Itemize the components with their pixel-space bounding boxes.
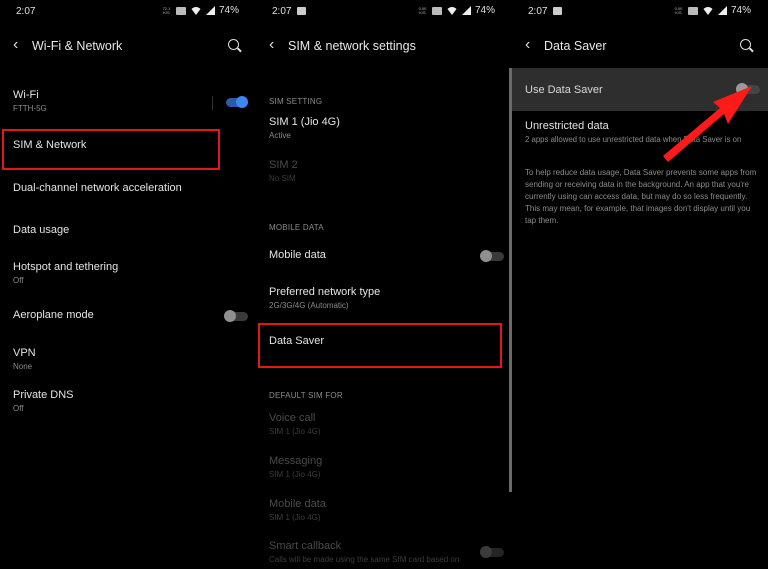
list-item-sim2: SIM 2 No SIM bbox=[256, 159, 512, 183]
aeroplane-toggle[interactable] bbox=[224, 310, 248, 322]
data-speed-icon: 0.00 K/S bbox=[674, 5, 683, 15]
page-title: Data Saver bbox=[544, 39, 607, 53]
item-subtitle: Active bbox=[269, 131, 291, 140]
gallery-icon bbox=[297, 7, 306, 15]
section-header: DEFAULT SIM FOR bbox=[269, 391, 343, 400]
item-label: Smart callback bbox=[269, 540, 342, 552]
volte-icon bbox=[175, 6, 186, 15]
item-subtitle: 2G/3G/4G (Automatic) bbox=[269, 301, 349, 310]
section-header: MOBILE DATA bbox=[269, 223, 324, 232]
item-label: SIM 1 (Jio 4G) bbox=[269, 116, 340, 128]
battery-level: 74% bbox=[730, 5, 751, 16]
list-item-aeroplane[interactable]: Aeroplane mode bbox=[0, 309, 256, 321]
item-label: Voice call bbox=[269, 412, 316, 424]
item-label: Data Saver bbox=[269, 335, 325, 347]
item-label: SIM & Network bbox=[13, 139, 87, 151]
data-saver-description: To help reduce data usage, Data Saver pr… bbox=[525, 168, 757, 225]
list-item-data-saver[interactable]: Data Saver bbox=[256, 335, 512, 347]
status-bar: 2:07 0.00 K/S 74% bbox=[512, 0, 768, 24]
item-subtitle: Off bbox=[13, 404, 24, 413]
item-subtitle: FTTH-5G bbox=[13, 104, 47, 113]
smart-callback-toggle bbox=[480, 546, 504, 558]
wifi-toggle[interactable] bbox=[224, 96, 248, 108]
gallery-icon bbox=[553, 7, 562, 15]
status-time: 2:07 bbox=[272, 6, 292, 17]
battery-level: 74% bbox=[474, 5, 495, 16]
list-item-smart-callback: Smart callback Calls will be made using … bbox=[256, 540, 512, 564]
app-bar: ‹ SIM & network settings bbox=[256, 30, 512, 64]
item-subtitle: SIM 1 (Jio 4G) bbox=[269, 427, 321, 436]
item-label: Use Data Saver bbox=[525, 84, 603, 96]
item-label: Aeroplane mode bbox=[13, 309, 94, 321]
divider bbox=[212, 96, 213, 110]
page-title: Wi-Fi & Network bbox=[32, 39, 123, 53]
list-item-dual-channel[interactable]: Dual-channel network acceleration bbox=[0, 182, 256, 194]
data-speed-icon: 0.00 K/S bbox=[418, 5, 427, 15]
list-item-hotspot[interactable]: Hotspot and tethering Off bbox=[0, 261, 256, 285]
app-bar: ‹ Wi-Fi & Network bbox=[0, 30, 256, 64]
item-subtitle: SIM 1 (Jio 4G) bbox=[269, 470, 321, 479]
app-bar: ‹ Data Saver bbox=[512, 30, 768, 64]
wifi-network-screen: 2:07 72.1 K/S 74% ‹ Wi-Fi & Network Wi-Fi… bbox=[0, 0, 256, 569]
search-icon[interactable] bbox=[740, 39, 754, 53]
item-subtitle: Off bbox=[13, 276, 24, 285]
list-item-data-usage[interactable]: Data usage bbox=[0, 224, 256, 236]
list-item-mobile-data-default: Mobile data SIM 1 (Jio 4G) bbox=[256, 498, 512, 522]
status-time: 2:07 bbox=[528, 6, 548, 17]
signal-icon bbox=[461, 6, 471, 15]
sim-network-settings-screen: 2:07 0.00 K/S 74% ‹ SIM & network setting… bbox=[256, 0, 512, 569]
item-label: Unrestricted data bbox=[525, 120, 609, 132]
item-label: Private DNS bbox=[13, 389, 74, 401]
item-subtitle: No SIM bbox=[269, 174, 296, 183]
item-label: SIM 2 bbox=[269, 159, 298, 171]
data-speed-icon: 72.1 K/S bbox=[162, 5, 171, 15]
list-item-unrestricted-data[interactable]: Unrestricted data 2 apps allowed to use … bbox=[512, 120, 768, 144]
item-label: Mobile data bbox=[269, 249, 326, 261]
list-item-vpn[interactable]: VPN None bbox=[0, 347, 256, 371]
volte-icon bbox=[687, 6, 698, 15]
battery-level: 74% bbox=[218, 5, 239, 16]
back-arrow-icon[interactable]: ‹ bbox=[13, 36, 18, 54]
item-label: Dual-channel network acceleration bbox=[13, 182, 182, 194]
use-data-saver-row[interactable]: Use Data Saver bbox=[512, 68, 768, 111]
list-item-preferred-network[interactable]: Preferred network type 2G/3G/4G (Automat… bbox=[256, 286, 512, 310]
item-subtitle: 2 apps allowed to use unrestricted data … bbox=[525, 135, 742, 144]
data-saver-screen: 2:07 0.00 K/S 74% ‹ Data Saver Use Data S… bbox=[512, 0, 768, 569]
list-item-mobile-data[interactable]: Mobile data bbox=[256, 249, 512, 261]
mobile-data-toggle[interactable] bbox=[480, 250, 504, 262]
list-item-wifi[interactable]: Wi-Fi FTTH-5G bbox=[0, 89, 256, 113]
item-label: Messaging bbox=[269, 455, 323, 467]
wifi-icon bbox=[189, 6, 202, 15]
item-subtitle: None bbox=[13, 362, 33, 371]
item-subtitle: SIM 1 (Jio 4G) bbox=[269, 513, 321, 522]
signal-icon bbox=[205, 6, 215, 15]
status-bar: 2:07 72.1 K/S 74% bbox=[0, 0, 256, 24]
volte-icon bbox=[431, 6, 442, 15]
status-bar: 2:07 0.00 K/S 74% bbox=[256, 0, 512, 24]
section-header: SIM SETTING bbox=[269, 97, 323, 106]
list-item-private-dns[interactable]: Private DNS Off bbox=[0, 389, 256, 413]
list-item-voice-call: Voice call SIM 1 (Jio 4G) bbox=[256, 412, 512, 436]
item-label: Hotspot and tethering bbox=[13, 261, 119, 273]
item-label: Data usage bbox=[13, 224, 70, 236]
wifi-icon bbox=[445, 6, 458, 15]
list-item-sim-network[interactable]: SIM & Network bbox=[0, 139, 256, 151]
list-item-messaging: Messaging SIM 1 (Jio 4G) bbox=[256, 455, 512, 479]
list-item-sim1[interactable]: SIM 1 (Jio 4G) Active bbox=[256, 116, 512, 140]
item-label: Mobile data bbox=[269, 498, 326, 510]
wifi-icon bbox=[701, 6, 714, 15]
item-label: Preferred network type bbox=[269, 286, 381, 298]
page-title: SIM & network settings bbox=[288, 39, 416, 53]
back-arrow-icon[interactable]: ‹ bbox=[525, 36, 530, 54]
search-icon[interactable] bbox=[228, 39, 242, 53]
status-time: 2:07 bbox=[16, 6, 36, 17]
signal-icon bbox=[717, 6, 727, 15]
item-label: VPN bbox=[13, 347, 36, 359]
item-label: Wi-Fi bbox=[13, 89, 39, 101]
item-subtitle: Calls will be made using the same SIM ca… bbox=[269, 555, 460, 564]
data-saver-toggle[interactable] bbox=[736, 83, 760, 95]
back-arrow-icon[interactable]: ‹ bbox=[269, 36, 274, 54]
